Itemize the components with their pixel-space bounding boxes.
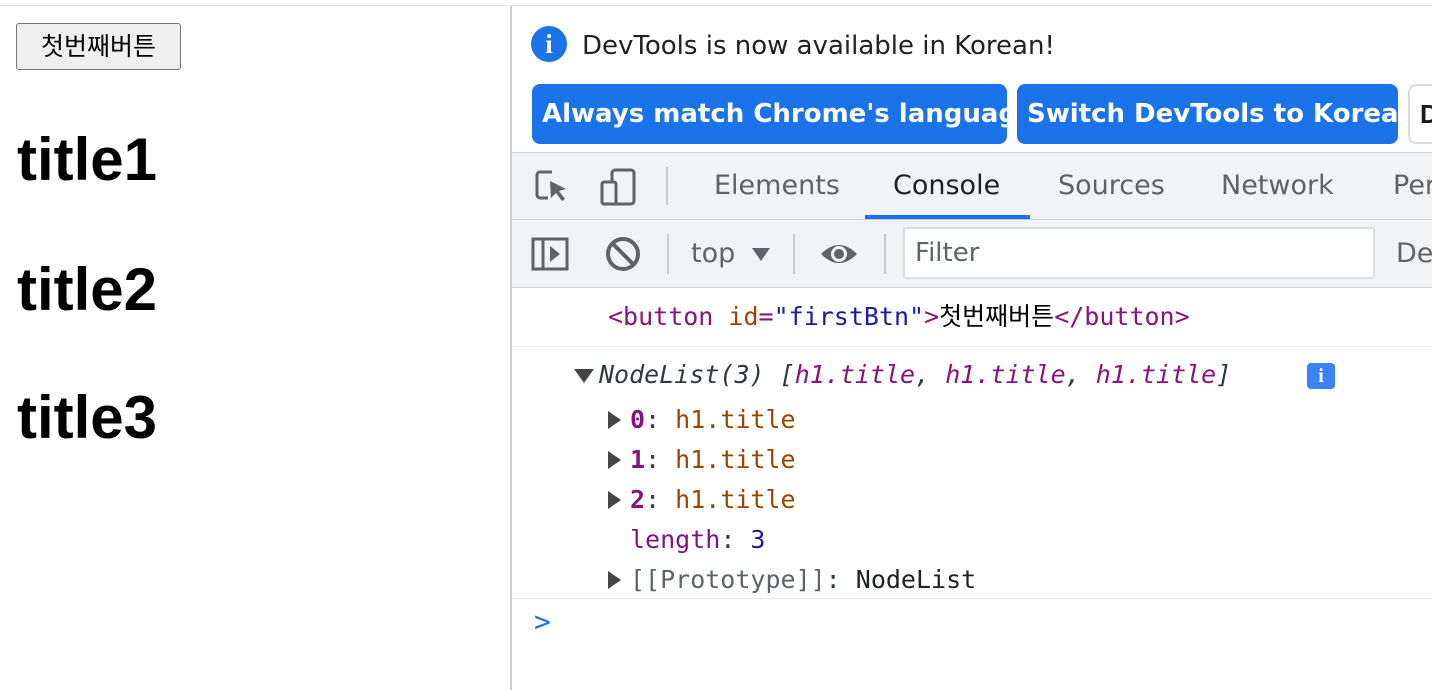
- info-icon[interactable]: i: [1307, 363, 1335, 389]
- entry-key: 1: [630, 445, 646, 474]
- devtools-panel: i DevTools is now available in Korean! A…: [512, 6, 1432, 690]
- console-prompt[interactable]: >: [534, 606, 551, 638]
- expand-triangle-icon[interactable]: [608, 571, 621, 589]
- entry-key: 2: [630, 485, 646, 514]
- log-levels-dropdown[interactable]: De: [1396, 234, 1432, 274]
- toolbar-separator: [667, 234, 669, 274]
- heading-title3: title3: [17, 384, 158, 451]
- length-key: length: [630, 525, 721, 554]
- preview-item: h1.title: [794, 360, 916, 389]
- clear-console-icon[interactable]: [603, 234, 643, 274]
- heading-title2: title2: [17, 256, 158, 323]
- context-selector[interactable]: top: [691, 234, 735, 274]
- attr-eq: =: [758, 302, 774, 331]
- nodelist-length: length: 3: [630, 525, 766, 554]
- expand-triangle-icon[interactable]: [608, 491, 621, 509]
- attr-value: "firstBtn": [773, 302, 925, 331]
- heading-title1: title1: [17, 126, 158, 193]
- console-toolbar: top De: [512, 220, 1432, 288]
- entry-value: h1.title: [675, 405, 796, 434]
- console-message: <button id="firstBtn">첫번째버튼</button>: [512, 288, 1432, 347]
- context-dropdown-icon[interactable]: [752, 248, 770, 261]
- preview-item: h1.title: [1095, 360, 1217, 389]
- nodelist-entry[interactable]: 1: h1.title: [630, 444, 796, 476]
- preview-item: h1.title: [945, 360, 1066, 389]
- bracket-open: [: [779, 360, 795, 389]
- sidebar-toggle-icon[interactable]: [530, 234, 570, 274]
- prototype-key: [[Prototype]]: [630, 565, 826, 594]
- inspect-element-icon[interactable]: [532, 167, 572, 207]
- nodelist-entry[interactable]: 0: h1.title: [630, 404, 796, 436]
- tab-elements[interactable]: Elements: [714, 153, 840, 219]
- tag-open: <button: [608, 302, 714, 331]
- entry-key: 0: [630, 405, 646, 434]
- toolbar-separator: [793, 234, 795, 274]
- collapse-triangle-icon[interactable]: [574, 369, 594, 383]
- entry-value: h1.title: [675, 485, 796, 514]
- length-value: 3: [750, 525, 766, 554]
- toolbar-separator: [666, 167, 668, 205]
- page-viewport: 첫번째버튼 title1 title2 title3: [0, 0, 510, 690]
- bracket-close: ]: [1216, 360, 1232, 389]
- tab-network[interactable]: Network: [1221, 153, 1334, 219]
- nodelist-summary[interactable]: NodeList(3) [h1.title, h1.title, h1.titl…: [599, 359, 1231, 391]
- match-language-button[interactable]: Always match Chrome's language: [532, 84, 1035, 144]
- first-button[interactable]: 첫번째버튼: [16, 23, 181, 70]
- attr-name: id: [728, 302, 759, 331]
- expand-triangle-icon[interactable]: [608, 451, 621, 469]
- element-log[interactable]: <button id="firstBtn">첫번째버튼</button>: [608, 301, 1190, 333]
- nodelist-type: NodeList(3): [599, 360, 765, 389]
- tab-sources[interactable]: Sources: [1058, 153, 1165, 219]
- eye-icon[interactable]: [819, 234, 859, 274]
- nodelist-prototype[interactable]: [[Prototype]]: NodeList: [630, 564, 976, 596]
- tag-close: </button>: [1054, 302, 1190, 331]
- language-infobar: i DevTools is now available in Korean! A…: [512, 6, 1432, 152]
- console-message-nodelist: NodeList(3) [h1.title, h1.title, h1.titl…: [512, 347, 1432, 599]
- device-toolbar-icon[interactable]: [598, 167, 638, 207]
- nodelist-entry[interactable]: 2: h1.title: [630, 484, 796, 516]
- prototype-value: NodeList: [855, 565, 977, 594]
- infobar-message: DevTools is now available in Korean!: [582, 31, 1055, 61]
- switch-to-korean-button[interactable]: Switch DevTools to Korean: [1017, 84, 1417, 144]
- tab-console[interactable]: Console: [893, 153, 1000, 219]
- tab-performance[interactable]: Per: [1393, 153, 1432, 219]
- console-filter-input[interactable]: [903, 227, 1375, 279]
- info-icon: i: [531, 26, 567, 62]
- tag-gt: >: [924, 302, 940, 331]
- entry-value: h1.title: [675, 445, 796, 474]
- dont-show-again-button[interactable]: D: [1408, 84, 1432, 144]
- toolbar-separator: [884, 234, 886, 274]
- devtools-tab-bar: Elements Console Sources Network Per: [512, 152, 1432, 220]
- active-tab-indicator: [865, 215, 1030, 219]
- element-text: 첫번째버튼: [939, 302, 1055, 331]
- expand-triangle-icon[interactable]: [608, 411, 621, 429]
